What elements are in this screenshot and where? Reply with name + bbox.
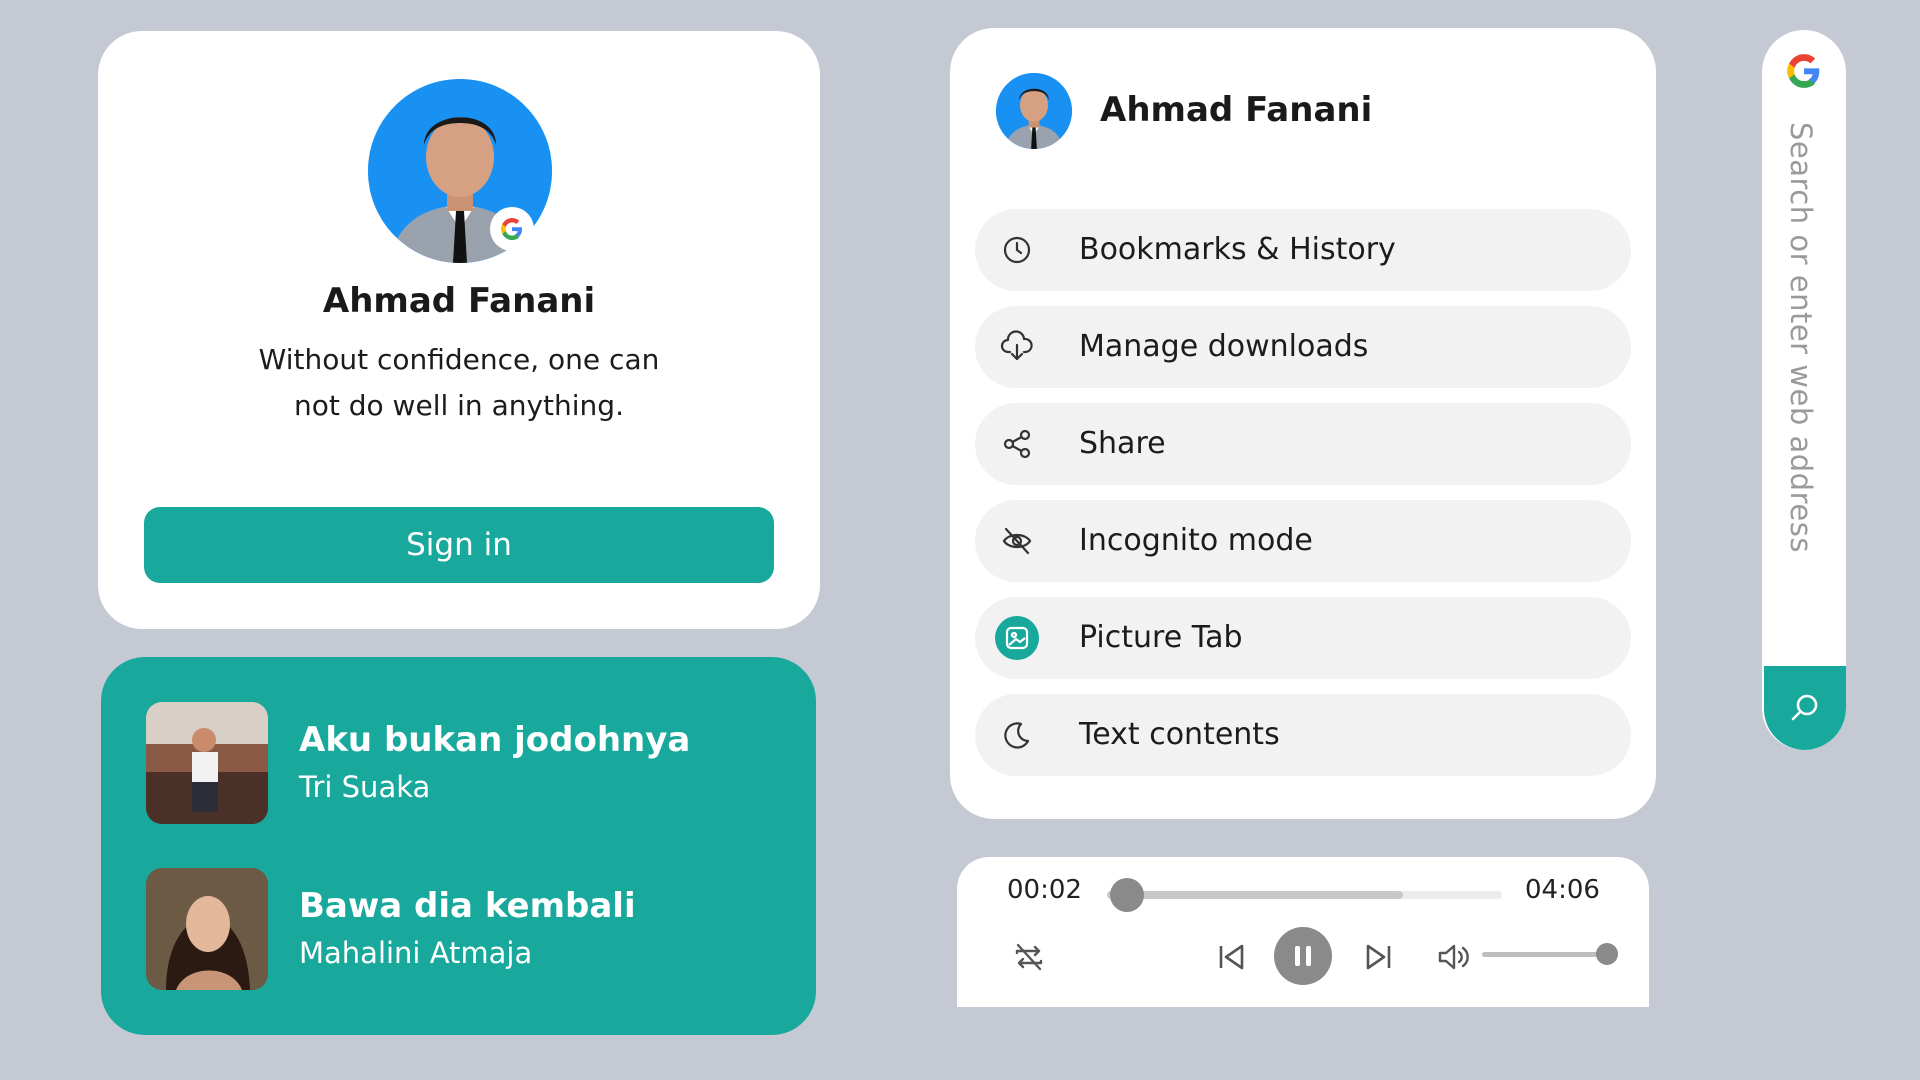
menu-item-label: Text contents (1079, 717, 1280, 752)
song-thumbnail (146, 868, 268, 990)
menu-item-bookmarks-history[interactable]: Bookmarks & History (975, 209, 1631, 291)
clock-icon (995, 228, 1039, 272)
eye-off-icon (995, 519, 1039, 563)
next-icon[interactable] (1357, 935, 1401, 979)
search-button[interactable] (1764, 666, 1846, 750)
song-title: Bawa dia kembali (299, 886, 636, 926)
total-time: 04:06 (1525, 875, 1600, 905)
progress-buffered (1107, 891, 1404, 899)
profile-card: Ahmad Fanani Without confidence, one can… (98, 31, 820, 629)
playlist-card: Aku bukan jodohnya Tri Suaka Bawa dia ke… (101, 657, 816, 1035)
menu-item-label: Bookmarks & History (1079, 232, 1396, 267)
menu-item-text-contents[interactable]: Text contents (975, 694, 1631, 776)
browser-menu-card: Ahmad Fanani Bookmarks & History Manage … (950, 28, 1656, 819)
volume-thumb[interactable] (1596, 943, 1618, 965)
search-input[interactable]: Search or enter web address (1784, 122, 1818, 553)
google-icon (501, 218, 522, 240)
current-time: 00:02 (1007, 875, 1082, 905)
menu-item-label: Share (1079, 426, 1166, 461)
search-bar: Search or enter web address (1762, 30, 1846, 750)
moon-icon (995, 713, 1039, 757)
avatar (996, 73, 1072, 149)
volume-icon[interactable] (1431, 935, 1475, 979)
google-badge (490, 207, 534, 251)
song-artist: Mahalini Atmaja (299, 936, 533, 970)
repeat-off-icon[interactable] (1007, 935, 1051, 979)
progress-track[interactable] (1107, 891, 1502, 899)
previous-icon[interactable] (1209, 935, 1253, 979)
list-item[interactable]: Aku bukan jodohnya Tri Suaka (146, 702, 766, 824)
pause-icon (1295, 946, 1311, 966)
menu-item-manage-downloads[interactable]: Manage downloads (975, 306, 1631, 388)
image-icon (995, 616, 1039, 660)
search-icon (1791, 694, 1818, 721)
profile-quote: Without confidence, one can not do well … (258, 343, 660, 422)
menu-item-label: Picture Tab (1079, 620, 1243, 655)
menu-item-picture-tab[interactable]: Picture Tab (975, 597, 1631, 679)
menu-item-incognito-mode[interactable]: Incognito mode (975, 500, 1631, 582)
song-title: Aku bukan jodohnya (299, 720, 691, 760)
menu-item-share[interactable]: Share (975, 403, 1631, 485)
google-icon (1781, 48, 1827, 98)
song-thumbnail (146, 702, 268, 824)
song-artist: Tri Suaka (299, 770, 431, 804)
progress-thumb[interactable] (1110, 878, 1145, 912)
music-player: 00:02 04:06 (957, 857, 1649, 1007)
cloud-download-icon (995, 325, 1039, 369)
signin-button[interactable]: Sign in (144, 507, 774, 583)
menu-username: Ahmad Fanani (1100, 90, 1373, 130)
share-icon (995, 422, 1039, 466)
menu-item-label: Incognito mode (1079, 523, 1313, 558)
list-item[interactable]: Bawa dia kembali Mahalini Atmaja (146, 868, 766, 990)
pause-button[interactable] (1274, 927, 1332, 985)
menu-item-label: Manage downloads (1079, 329, 1369, 364)
volume-slider[interactable] (1482, 952, 1607, 957)
profile-name: Ahmad Fanani (322, 281, 596, 321)
